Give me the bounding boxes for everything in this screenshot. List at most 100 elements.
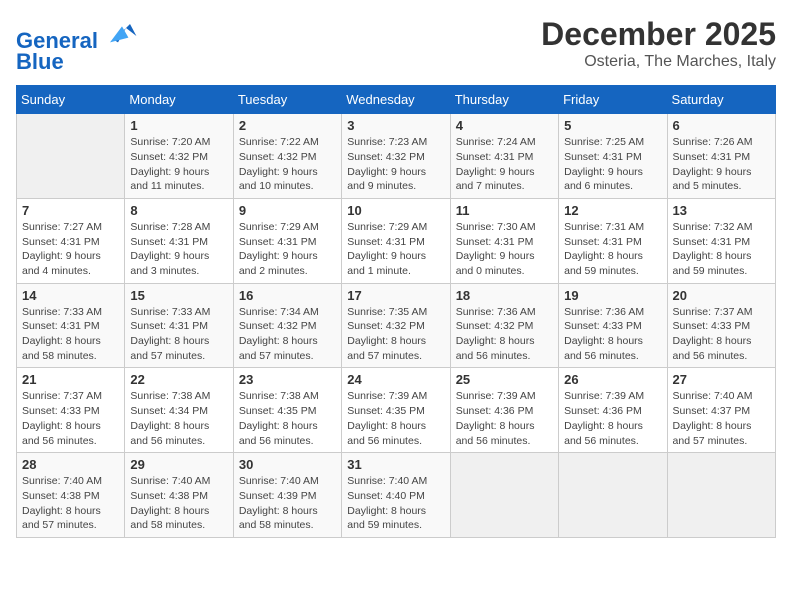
day-detail: Sunrise: 7:33 AM Sunset: 4:31 PM Dayligh… bbox=[130, 305, 227, 364]
day-cell: 3 Sunrise: 7:23 AM Sunset: 4:32 PM Daylig… bbox=[342, 114, 450, 199]
day-number: 9 bbox=[239, 203, 336, 218]
day-detail: Sunrise: 7:25 AM Sunset: 4:31 PM Dayligh… bbox=[564, 135, 661, 194]
day-cell: 20 Sunrise: 7:37 AM Sunset: 4:33 PM Dayli… bbox=[667, 283, 775, 368]
day-number: 29 bbox=[130, 457, 227, 472]
header-cell-friday: Friday bbox=[559, 86, 667, 114]
day-cell: 22 Sunrise: 7:38 AM Sunset: 4:34 PM Dayli… bbox=[125, 368, 233, 453]
day-number: 1 bbox=[130, 118, 227, 133]
day-cell: 5 Sunrise: 7:25 AM Sunset: 4:31 PM Daylig… bbox=[559, 114, 667, 199]
day-number: 25 bbox=[456, 372, 553, 387]
day-cell: 8Sunrise: 7:28 AM Sunset: 4:31 PM Daylig… bbox=[125, 198, 233, 283]
day-cell: 12 Sunrise: 7:31 AM Sunset: 4:31 PM Dayli… bbox=[559, 198, 667, 283]
day-number: 15 bbox=[130, 288, 227, 303]
day-detail: Sunrise: 7:40 AM Sunset: 4:38 PM Dayligh… bbox=[130, 474, 227, 533]
day-number: 21 bbox=[22, 372, 119, 387]
day-number: 4 bbox=[456, 118, 553, 133]
day-number: 5 bbox=[564, 118, 661, 133]
day-detail: Sunrise: 7:37 AM Sunset: 4:33 PM Dayligh… bbox=[673, 305, 770, 364]
calendar-header: SundayMondayTuesdayWednesdayThursdayFrid… bbox=[17, 86, 776, 114]
day-number: 11 bbox=[456, 203, 553, 218]
day-number: 22 bbox=[130, 372, 227, 387]
day-cell: 7Sunrise: 7:27 AM Sunset: 4:31 PM Daylig… bbox=[17, 198, 125, 283]
day-cell: 29 Sunrise: 7:40 AM Sunset: 4:38 PM Dayli… bbox=[125, 453, 233, 538]
day-detail: Sunrise: 7:26 AM Sunset: 4:31 PM Dayligh… bbox=[673, 135, 770, 194]
day-number: 2 bbox=[239, 118, 336, 133]
day-number: 14 bbox=[22, 288, 119, 303]
day-number: 27 bbox=[673, 372, 770, 387]
day-cell: 15 Sunrise: 7:33 AM Sunset: 4:31 PM Dayli… bbox=[125, 283, 233, 368]
day-cell: 17 Sunrise: 7:35 AM Sunset: 4:32 PM Dayli… bbox=[342, 283, 450, 368]
logo: General Blue bbox=[16, 16, 138, 75]
day-detail: Sunrise: 7:36 AM Sunset: 4:32 PM Dayligh… bbox=[456, 305, 553, 364]
day-detail: Sunrise: 7:37 AM Sunset: 4:33 PM Dayligh… bbox=[22, 389, 119, 448]
day-number: 10 bbox=[347, 203, 444, 218]
day-number: 8 bbox=[130, 203, 227, 218]
day-cell bbox=[559, 453, 667, 538]
day-cell: 21 Sunrise: 7:37 AM Sunset: 4:33 PM Dayli… bbox=[17, 368, 125, 453]
week-row-0: 1 Sunrise: 7:20 AM Sunset: 4:32 PM Daylig… bbox=[17, 114, 776, 199]
day-number: 30 bbox=[239, 457, 336, 472]
day-detail: Sunrise: 7:40 AM Sunset: 4:39 PM Dayligh… bbox=[239, 474, 336, 533]
day-cell bbox=[667, 453, 775, 538]
day-detail: Sunrise: 7:38 AM Sunset: 4:34 PM Dayligh… bbox=[130, 389, 227, 448]
day-number: 19 bbox=[564, 288, 661, 303]
header-row: SundayMondayTuesdayWednesdayThursdayFrid… bbox=[17, 86, 776, 114]
week-row-3: 21 Sunrise: 7:37 AM Sunset: 4:33 PM Dayli… bbox=[17, 368, 776, 453]
day-number: 6 bbox=[673, 118, 770, 133]
logo-icon bbox=[106, 16, 138, 48]
calendar-body: 1 Sunrise: 7:20 AM Sunset: 4:32 PM Daylig… bbox=[17, 114, 776, 538]
day-cell: 14 Sunrise: 7:33 AM Sunset: 4:31 PM Dayli… bbox=[17, 283, 125, 368]
day-cell: 23 Sunrise: 7:38 AM Sunset: 4:35 PM Dayli… bbox=[233, 368, 341, 453]
day-detail: Sunrise: 7:40 AM Sunset: 4:38 PM Dayligh… bbox=[22, 474, 119, 533]
day-number: 28 bbox=[22, 457, 119, 472]
day-number: 23 bbox=[239, 372, 336, 387]
calendar: SundayMondayTuesdayWednesdayThursdayFrid… bbox=[16, 85, 776, 538]
day-detail: Sunrise: 7:27 AM Sunset: 4:31 PM Dayligh… bbox=[22, 220, 119, 279]
day-detail: Sunrise: 7:24 AM Sunset: 4:31 PM Dayligh… bbox=[456, 135, 553, 194]
day-detail: Sunrise: 7:39 AM Sunset: 4:36 PM Dayligh… bbox=[564, 389, 661, 448]
day-detail: Sunrise: 7:22 AM Sunset: 4:32 PM Dayligh… bbox=[239, 135, 336, 194]
day-detail: Sunrise: 7:33 AM Sunset: 4:31 PM Dayligh… bbox=[22, 305, 119, 364]
header-cell-sunday: Sunday bbox=[17, 86, 125, 114]
day-cell: 25Sunrise: 7:39 AM Sunset: 4:36 PM Dayli… bbox=[450, 368, 558, 453]
day-cell: 10Sunrise: 7:29 AM Sunset: 4:31 PM Dayli… bbox=[342, 198, 450, 283]
day-detail: Sunrise: 7:31 AM Sunset: 4:31 PM Dayligh… bbox=[564, 220, 661, 279]
day-number: 13 bbox=[673, 203, 770, 218]
day-cell bbox=[17, 114, 125, 199]
day-detail: Sunrise: 7:35 AM Sunset: 4:32 PM Dayligh… bbox=[347, 305, 444, 364]
week-row-4: 28 Sunrise: 7:40 AM Sunset: 4:38 PM Dayli… bbox=[17, 453, 776, 538]
day-number: 17 bbox=[347, 288, 444, 303]
day-detail: Sunrise: 7:32 AM Sunset: 4:31 PM Dayligh… bbox=[673, 220, 770, 279]
month-title: December 2025 bbox=[541, 16, 776, 53]
day-number: 20 bbox=[673, 288, 770, 303]
day-cell: 19Sunrise: 7:36 AM Sunset: 4:33 PM Dayli… bbox=[559, 283, 667, 368]
day-detail: Sunrise: 7:39 AM Sunset: 4:35 PM Dayligh… bbox=[347, 389, 444, 448]
title-area: December 2025 Osteria, The Marches, Ital… bbox=[541, 16, 776, 71]
logo-text: General bbox=[16, 16, 138, 53]
day-cell: 16 Sunrise: 7:34 AM Sunset: 4:32 PM Dayli… bbox=[233, 283, 341, 368]
day-cell: 11Sunrise: 7:30 AM Sunset: 4:31 PM Dayli… bbox=[450, 198, 558, 283]
day-number: 18 bbox=[456, 288, 553, 303]
location-title: Osteria, The Marches, Italy bbox=[541, 53, 776, 71]
header-cell-thursday: Thursday bbox=[450, 86, 558, 114]
week-row-2: 14 Sunrise: 7:33 AM Sunset: 4:31 PM Dayli… bbox=[17, 283, 776, 368]
day-cell: 6 Sunrise: 7:26 AM Sunset: 4:31 PM Daylig… bbox=[667, 114, 775, 199]
day-number: 31 bbox=[347, 457, 444, 472]
day-cell: 26Sunrise: 7:39 AM Sunset: 4:36 PM Dayli… bbox=[559, 368, 667, 453]
header-cell-monday: Monday bbox=[125, 86, 233, 114]
day-number: 16 bbox=[239, 288, 336, 303]
day-cell: 18 Sunrise: 7:36 AM Sunset: 4:32 PM Dayli… bbox=[450, 283, 558, 368]
day-detail: Sunrise: 7:29 AM Sunset: 4:31 PM Dayligh… bbox=[239, 220, 336, 279]
header-cell-tuesday: Tuesday bbox=[233, 86, 341, 114]
day-number: 12 bbox=[564, 203, 661, 218]
day-detail: Sunrise: 7:38 AM Sunset: 4:35 PM Dayligh… bbox=[239, 389, 336, 448]
day-number: 3 bbox=[347, 118, 444, 133]
day-detail: Sunrise: 7:40 AM Sunset: 4:40 PM Dayligh… bbox=[347, 474, 444, 533]
day-detail: Sunrise: 7:34 AM Sunset: 4:32 PM Dayligh… bbox=[239, 305, 336, 364]
day-cell: 2 Sunrise: 7:22 AM Sunset: 4:32 PM Daylig… bbox=[233, 114, 341, 199]
day-cell: 9 Sunrise: 7:29 AM Sunset: 4:31 PM Daylig… bbox=[233, 198, 341, 283]
day-detail: Sunrise: 7:20 AM Sunset: 4:32 PM Dayligh… bbox=[130, 135, 227, 194]
day-cell: 4 Sunrise: 7:24 AM Sunset: 4:31 PM Daylig… bbox=[450, 114, 558, 199]
header-cell-wednesday: Wednesday bbox=[342, 86, 450, 114]
day-detail: Sunrise: 7:23 AM Sunset: 4:32 PM Dayligh… bbox=[347, 135, 444, 194]
